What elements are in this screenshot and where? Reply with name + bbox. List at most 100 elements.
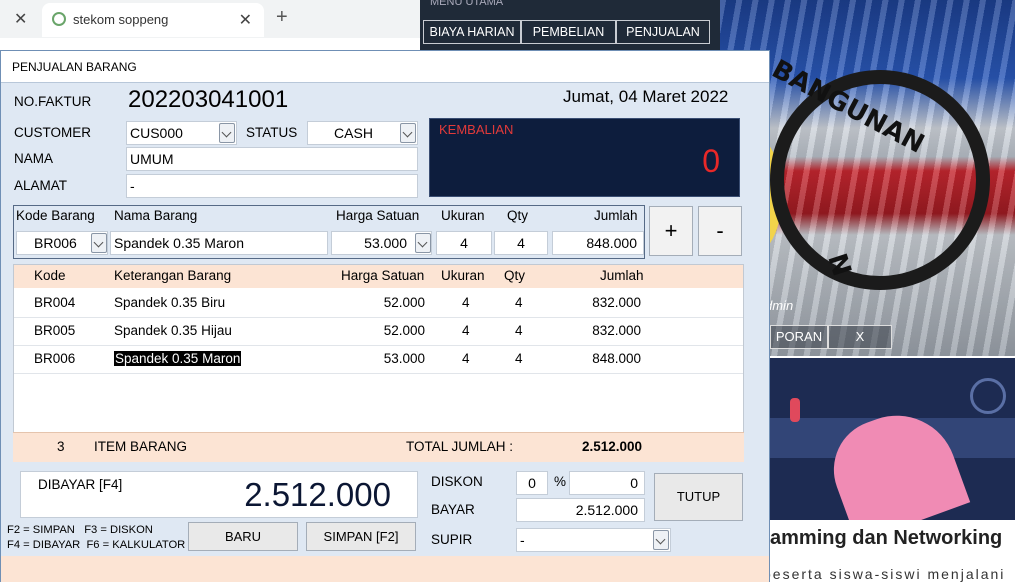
chevron-down-icon[interactable] [91, 233, 107, 253]
laporan-button[interactable]: PORAN [770, 325, 828, 349]
row-ukuran: 4 [462, 295, 470, 310]
supir-select[interactable]: - [516, 528, 671, 552]
entry-header-qty: Qty [507, 208, 529, 223]
favicon-icon [52, 12, 66, 26]
chevron-down-icon[interactable] [219, 123, 235, 143]
close-icon[interactable]: ✕ [239, 10, 252, 30]
chevron-down-icon[interactable] [400, 123, 416, 143]
illustration-image [770, 358, 1015, 520]
hotkey-legend: F2 = SIMPAN F3 = DISKON F4 = DIBAYAR F6 … [7, 524, 186, 551]
row-harga: 52.000 [383, 295, 425, 310]
window-title: PENJUALAN BARANG [1, 51, 769, 83]
bayar-label: BAYAR [431, 502, 475, 517]
dibayar-value: 2.512.000 [244, 476, 391, 513]
col-ukuran: Ukuran [441, 268, 485, 283]
browser-tab[interactable]: stekom soppeng ✕ [42, 3, 264, 37]
menu-penjualan-button[interactable]: PENJUALAN [616, 20, 710, 44]
dibayar-label: DIBAYAR [F4] [38, 477, 123, 492]
nama-barang-field[interactable]: Spandek 0.35 Maron [110, 231, 328, 255]
table-row[interactable]: BR005 Spandek 0.35 Hijau 52.000 4 4 832.… [14, 318, 743, 346]
chevron-down-icon[interactable] [653, 530, 669, 550]
illustration-figure [790, 398, 800, 422]
col-jumlah: Jumlah [600, 268, 644, 283]
browser-tab-bar: ✕ stekom soppeng ✕ + [0, 0, 420, 38]
dibayar-field[interactable]: DIBAYAR [F4] 2.512.000 [20, 471, 418, 518]
simpan-button[interactable]: SIMPAN [F2] [306, 522, 416, 551]
kembalian-display: KEMBALIAN 0 [429, 118, 740, 197]
table-header: Kode Keterangan Barang Harga Satuan Ukur… [14, 265, 743, 288]
total-label: TOTAL JUMLAH : [406, 439, 514, 454]
alamat-field[interactable]: - [126, 174, 418, 198]
main-menu-title: MENU UTAMA [430, 0, 504, 8]
add-item-button[interactable]: + [649, 206, 693, 256]
row-ukuran: 4 [462, 351, 470, 366]
item-count-label: ITEM BARANG [94, 439, 188, 454]
no-faktur-label: NO.FAKTUR [14, 94, 92, 109]
tutup-button[interactable]: TUTUP [654, 473, 743, 521]
remove-item-button[interactable]: - [698, 206, 742, 256]
entry-header-harga: Harga Satuan [336, 208, 420, 223]
row-qty: 4 [515, 351, 523, 366]
status-strip [1, 556, 769, 582]
diskon-value-field[interactable]: 0 [569, 471, 645, 495]
menu-pembelian-button[interactable]: PEMBELIAN [521, 20, 616, 44]
ukuran-field[interactable]: 4 [436, 231, 492, 255]
item-count: 3 [57, 439, 65, 454]
item-entry-frame: Kode Barang Nama Barang Harga Satuan Uku… [13, 205, 645, 259]
row-jumlah: 832.000 [592, 295, 641, 310]
diskon-label: DISKON [431, 474, 483, 489]
illustration-dial [970, 378, 1006, 414]
row-qty: 4 [515, 295, 523, 310]
browser-tab-title: stekom soppeng [73, 12, 169, 27]
col-harga: Harga Satuan [341, 268, 425, 283]
alamat-label: ALAMAT [14, 178, 68, 193]
chevron-down-icon[interactable] [415, 233, 431, 253]
customer-label: CUSTOMER [14, 125, 92, 140]
row-kode: BR006 [34, 351, 76, 366]
kembalian-label: KEMBALIAN [439, 122, 514, 137]
qty-field[interactable]: 4 [494, 231, 548, 255]
close-app-button[interactable]: X [828, 325, 892, 349]
penjualan-window: PENJUALAN BARANG NO.FAKTUR 202203041001 … [0, 50, 770, 582]
jumlah-field[interactable]: 848.000 [552, 231, 644, 255]
row-keterangan: Spandek 0.35 Biru [114, 295, 226, 310]
row-harga: 52.000 [383, 323, 425, 338]
diskon-percent-field[interactable]: 0 [516, 471, 548, 495]
summary-bar: 3 ITEM BARANG TOTAL JUMLAH : 2.512.000 [13, 432, 744, 462]
nama-label: NAMA [14, 151, 54, 166]
row-keterangan: Spandek 0.35 Hijau [114, 323, 232, 338]
baru-button[interactable]: BARU [188, 522, 298, 551]
total-value: 2.512.000 [581, 439, 642, 454]
row-harga: 53.000 [383, 351, 425, 366]
new-tab-button[interactable]: + [276, 6, 288, 29]
illustration-hand [819, 398, 971, 520]
table-row[interactable]: BR004 Spandek 0.35 Biru 52.000 4 4 832.0… [14, 290, 743, 318]
row-qty: 4 [515, 323, 523, 338]
bayar-field[interactable]: 2.512.000 [516, 498, 645, 522]
status-label: STATUS [246, 125, 298, 140]
row-jumlah: 848.000 [592, 351, 641, 366]
entry-header-ukuran: Ukuran [441, 208, 485, 223]
row-keterangan[interactable]: Spandek 0.35 Maron [114, 351, 242, 366]
menu-biaya-harian-button[interactable]: BIAYA HARIAN [423, 20, 521, 44]
row-kode: BR004 [34, 295, 76, 310]
percent-sign: % [554, 474, 567, 489]
entry-header-jumlah: Jumlah [594, 208, 638, 223]
row-kode: BR005 [34, 323, 76, 338]
supir-label: SUPIR [431, 532, 473, 547]
row-jumlah: 832.000 [592, 323, 641, 338]
row-ukuran: 4 [462, 323, 470, 338]
transaction-date: Jumat, 04 Maret 2022 [563, 87, 729, 106]
col-keterangan: Keterangan Barang [114, 268, 232, 283]
entry-header-kode: Kode Barang [16, 208, 95, 223]
close-tab-icon[interactable]: ✕ [14, 9, 27, 29]
kembalian-value: 0 [702, 143, 720, 179]
entry-header-nama: Nama Barang [114, 208, 198, 223]
logo-ring [770, 70, 990, 290]
nama-field[interactable]: UMUM [126, 147, 418, 171]
article-heading: amming dan Networking [770, 527, 1003, 549]
table-row-selected[interactable]: BR006 Spandek 0.35 Maron 53.000 4 4 848.… [14, 346, 743, 374]
col-kode: Kode [34, 268, 66, 283]
main-menu-bar: MENU UTAMA BIAYA HARIAN PEMBELIAN PENJUA… [420, 0, 720, 50]
col-qty: Qty [504, 268, 526, 283]
